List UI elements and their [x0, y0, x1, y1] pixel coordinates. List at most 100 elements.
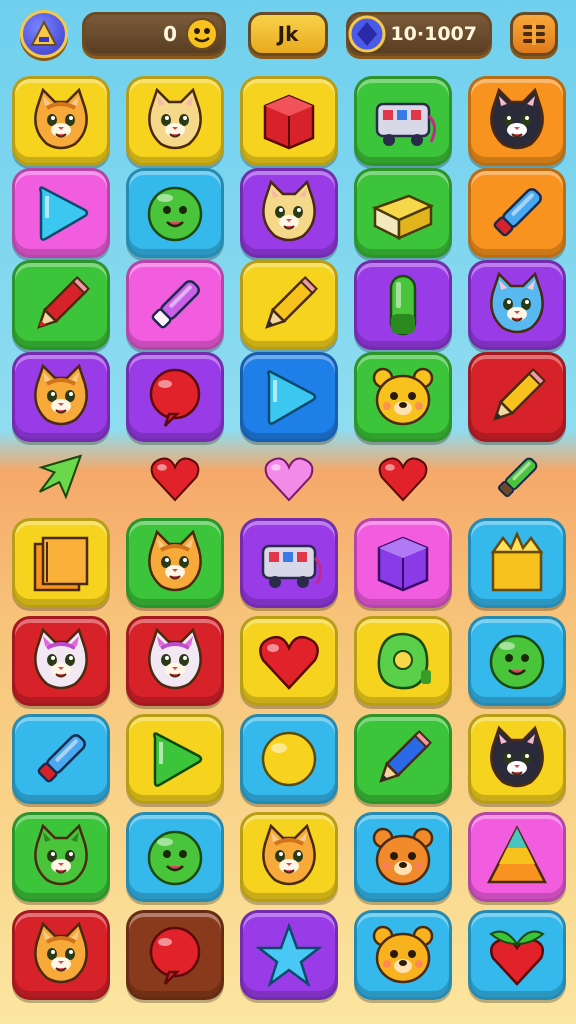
board-tile[interactable] [468, 714, 566, 804]
board-tile[interactable] [126, 714, 224, 804]
bonus-row [8, 442, 568, 514]
toy-bus-icon [261, 544, 322, 588]
bonus-item[interactable] [140, 443, 210, 513]
purple-cube-icon [377, 536, 429, 592]
coins-panel: 10·1007 [346, 12, 492, 56]
board-tile[interactable] [12, 714, 110, 804]
center-label-button[interactable]: Jk [248, 12, 328, 56]
red-heart-icon [378, 457, 428, 502]
candy-corn-icon [486, 825, 548, 884]
board-tile[interactable] [240, 812, 338, 902]
cat-green-icon [34, 823, 88, 886]
board-tile[interactable] [240, 518, 338, 608]
board-tile[interactable] [468, 518, 566, 608]
board-tile[interactable] [12, 518, 110, 608]
triangle-badge-icon [30, 19, 58, 46]
toy-bus-icon [375, 102, 436, 146]
center-label: Jk [277, 22, 299, 46]
menu-button[interactable] [510, 12, 558, 56]
board-tile[interactable] [126, 616, 224, 706]
bonus-item[interactable] [482, 443, 552, 513]
board-tile[interactable] [354, 260, 452, 350]
coins-value: 10·1007 [390, 23, 477, 45]
board-tile[interactable] [12, 812, 110, 902]
board-tile[interactable] [468, 352, 566, 442]
blue-marker-icon [493, 188, 542, 237]
board-tile[interactable] [240, 616, 338, 706]
board-tile[interactable] [354, 910, 452, 1000]
green-ring-icon [377, 632, 431, 690]
board-tile[interactable] [240, 168, 338, 258]
score-value: 0 [163, 22, 177, 46]
board-tile[interactable] [126, 910, 224, 1000]
board-tile[interactable] [354, 616, 452, 706]
board-tile[interactable] [12, 76, 110, 166]
board-tile[interactable] [240, 76, 338, 166]
cat-cream-icon [262, 179, 316, 242]
smiley-coin-icon [186, 18, 218, 50]
bonus-item[interactable] [254, 443, 324, 513]
cyan-triangle-icon [267, 370, 317, 425]
board-tile[interactable] [240, 260, 338, 350]
blue-pencil-icon [379, 730, 432, 783]
purple-marker-icon [151, 280, 200, 329]
board-tile[interactable] [354, 812, 452, 902]
red-balloon-icon [149, 368, 201, 427]
blue-marker-icon [37, 734, 86, 783]
board-tile[interactable] [12, 910, 110, 1000]
board-tile[interactable] [468, 260, 566, 350]
board-tile[interactable] [126, 518, 224, 608]
red-heart-icon [259, 635, 319, 690]
board-tile[interactable] [126, 260, 224, 350]
cat-tuxedo-icon [490, 87, 544, 150]
board-tile[interactable] [126, 168, 224, 258]
orange-book-icon [33, 536, 89, 592]
cat-pink-icon [34, 627, 88, 690]
board-tile[interactable] [240, 714, 338, 804]
cyan-triangle-icon [39, 186, 89, 241]
green-triangle-icon [153, 732, 203, 787]
yellow-pencil-icon [265, 276, 318, 329]
cat-tuxedo-icon [490, 725, 544, 788]
bonus-item[interactable] [368, 443, 438, 513]
profile-button[interactable] [20, 10, 68, 58]
lower-board [8, 514, 568, 1014]
board-tile[interactable] [12, 260, 110, 350]
board-tile[interactable] [126, 352, 224, 442]
bonus-item[interactable] [26, 443, 96, 513]
cat-blue-icon [490, 271, 544, 334]
yellow-bear-icon [372, 925, 434, 984]
cat-orange-icon [34, 87, 88, 150]
board-tile[interactable] [468, 76, 566, 166]
cat-orange-icon [148, 529, 202, 592]
yellow-crown-box-icon [490, 530, 544, 592]
board-tile[interactable] [240, 352, 338, 442]
board-tile[interactable] [12, 352, 110, 442]
upper-board [8, 74, 568, 444]
board-tile[interactable] [354, 352, 452, 442]
green-blob-icon [489, 634, 545, 690]
cyan-star-icon [255, 922, 323, 988]
board-tile[interactable] [12, 616, 110, 706]
board-tile[interactable] [354, 168, 452, 258]
yellow-book-icon [371, 194, 435, 241]
board-tile[interactable] [468, 168, 566, 258]
board-tile[interactable] [354, 714, 452, 804]
board-tile[interactable] [354, 76, 452, 166]
board-tile[interactable] [468, 812, 566, 902]
green-arrow-icon [38, 454, 83, 500]
red-balloon-icon [149, 926, 201, 985]
board-tile[interactable] [354, 518, 452, 608]
green-blob-icon [147, 186, 203, 242]
board-tile[interactable] [126, 812, 224, 902]
board-tile[interactable] [12, 168, 110, 258]
board-tile[interactable] [240, 910, 338, 1000]
board-tile[interactable] [468, 910, 566, 1000]
score-panel: 0 [82, 12, 226, 56]
board-tile[interactable] [126, 76, 224, 166]
green-blob-icon [147, 830, 203, 886]
yellow-face-icon [372, 367, 434, 426]
cat-cream-icon [148, 87, 202, 150]
board-tile[interactable] [468, 616, 566, 706]
heart-fruit-icon [489, 930, 545, 986]
